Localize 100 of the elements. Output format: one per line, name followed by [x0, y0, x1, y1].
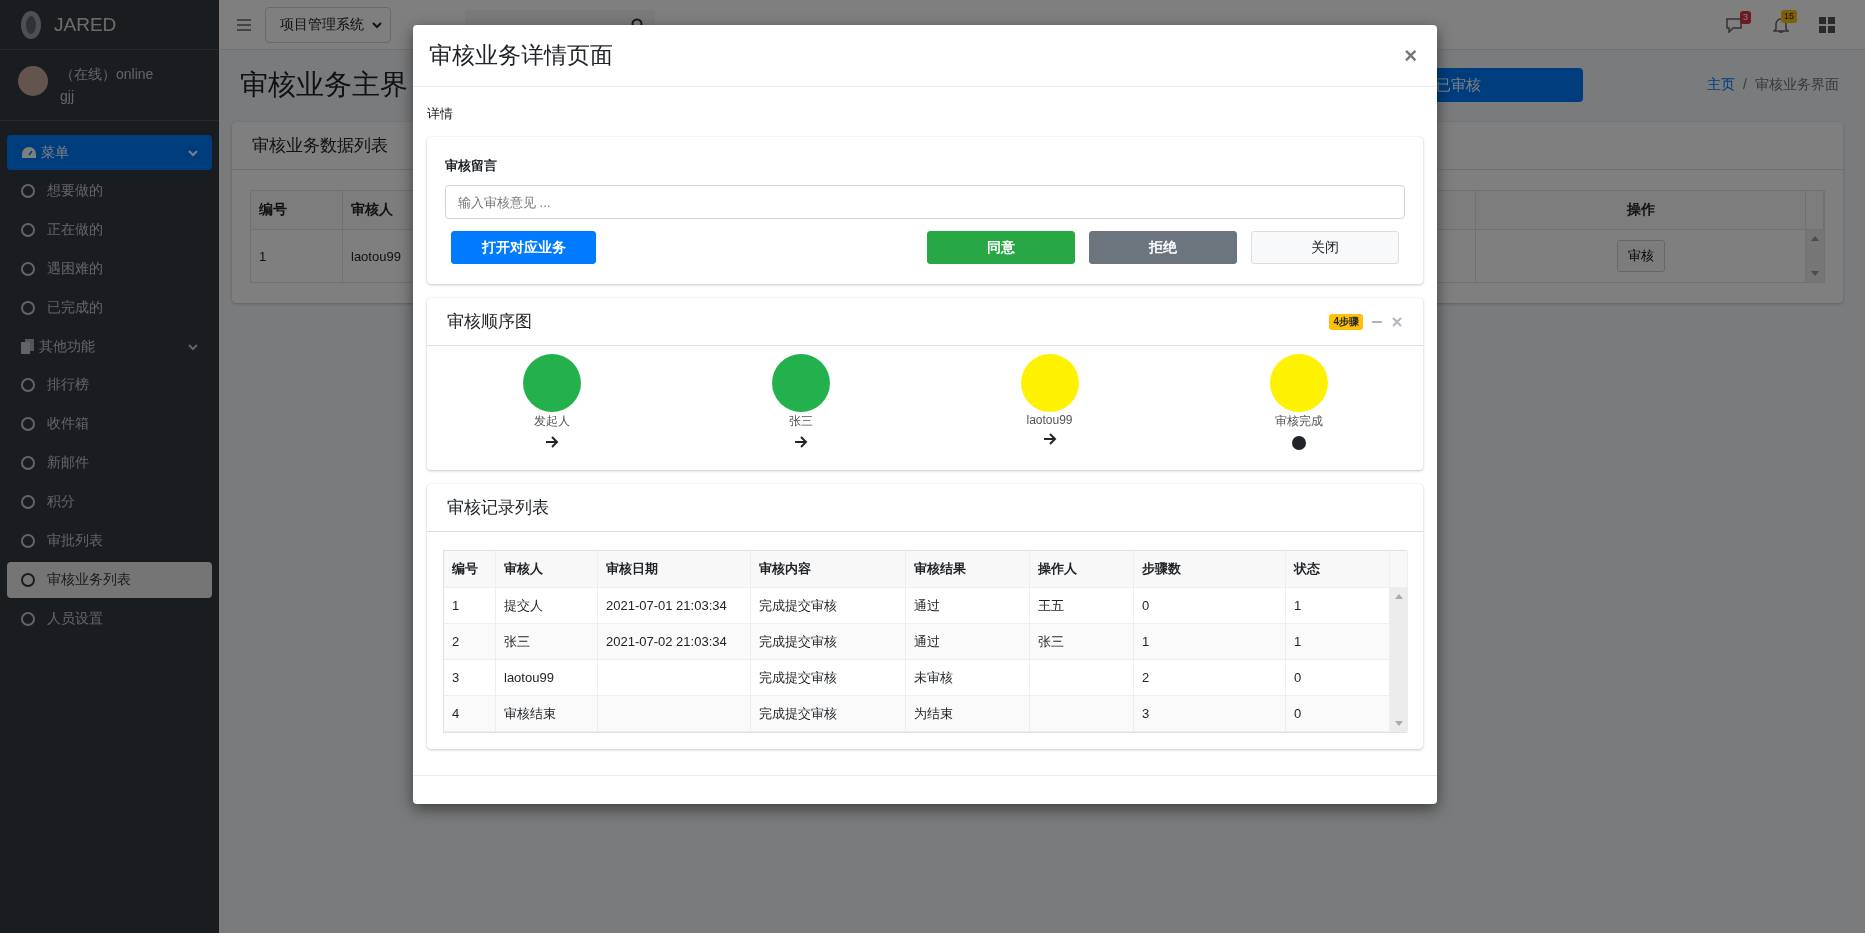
dialog-button[interactable]: 拒绝 — [1089, 231, 1237, 264]
user-status: （在线）online — [60, 66, 154, 84]
table-cell: 张三 — [1030, 624, 1134, 660]
logo-icon — [20, 9, 42, 40]
table-cell: 0 — [1286, 660, 1390, 696]
table-cell: 完成提交审核 — [751, 660, 906, 696]
copy-icon — [21, 338, 35, 355]
table-cell: 4 — [444, 696, 496, 732]
count-badge: 3 — [1740, 10, 1751, 24]
arrow-right-icon — [544, 435, 559, 449]
step-label: 发起人 — [533, 413, 570, 430]
breadcrumb-separator: / — [1743, 76, 1747, 94]
step-label: 张三 — [788, 413, 813, 430]
table-cell: 为结束 — [906, 696, 1030, 732]
end-dot-icon — [1291, 436, 1306, 450]
scroll-up-icon[interactable] — [1395, 594, 1403, 599]
nav-item[interactable]: 积分 — [7, 484, 212, 520]
nav-item[interactable]: 审核业务列表 — [7, 562, 212, 598]
column-header: 审核内容 — [751, 551, 906, 588]
chat-icon[interactable] — [1725, 16, 1743, 33]
breadcrumb-link[interactable]: 主页 — [1707, 76, 1736, 94]
arrow-right-icon — [793, 435, 808, 449]
dialog-button[interactable]: 打开对应业务 — [451, 231, 596, 264]
table-cell: 1 — [444, 588, 496, 624]
dialog-title: 审核业务详情页面 — [429, 41, 614, 70]
nav-item[interactable]: 审批列表 — [7, 523, 212, 559]
scrollbar[interactable] — [1806, 230, 1824, 282]
nav-item[interactable]: 人员设置 — [7, 601, 212, 637]
table-cell: 王五 — [1030, 588, 1134, 624]
brand-name: JARED — [54, 13, 117, 36]
circle-icon — [21, 301, 35, 315]
table-cell: 完成提交审核 — [751, 624, 906, 660]
menu-icon[interactable] — [237, 18, 251, 31]
table-cell: 0 — [1134, 588, 1286, 624]
table-cell: 1 — [251, 230, 343, 282]
column-header: 状态 — [1286, 551, 1390, 588]
table-cell: 1 — [1286, 588, 1390, 624]
step-label: 审核完成 — [1274, 413, 1323, 430]
nav-item[interactable]: 遇困难的 — [7, 251, 212, 287]
nav-item[interactable]: 正在做的 — [7, 212, 212, 248]
table-cell: 2 — [444, 624, 496, 660]
nav-item[interactable]: 已完成的 — [7, 290, 212, 326]
header-cell — [1390, 551, 1408, 588]
card-title: 审核业务数据列表 — [252, 135, 388, 157]
scroll-down-icon[interactable] — [1811, 271, 1819, 276]
arrow-right-icon — [1042, 432, 1057, 446]
card-title: 审核记录列表 — [447, 497, 549, 519]
table-cell: 通过 — [906, 624, 1030, 660]
table-cell: 1 — [1286, 624, 1390, 660]
grid-icon[interactable] — [1819, 16, 1835, 33]
table-cell: laotou99 — [496, 660, 598, 696]
circle-icon — [21, 456, 35, 470]
card-title: 审核顺序图 — [447, 311, 532, 333]
table-cell: 未审核 — [906, 660, 1030, 696]
column-header: 审核日期 — [598, 551, 751, 588]
nav-item[interactable]: 收件箱 — [7, 406, 212, 442]
circle-icon — [21, 534, 35, 548]
chevron-down-icon — [372, 19, 382, 30]
circle-icon — [21, 495, 35, 509]
circle-icon — [21, 184, 35, 198]
column-header: 编号 — [251, 191, 343, 230]
step-count-badge: 4步骤 — [1329, 313, 1363, 330]
scrollbar[interactable] — [1390, 588, 1408, 732]
circle-icon — [21, 262, 35, 276]
breadcrumb-current: 审核业务界面 — [1755, 76, 1839, 94]
circle-icon — [21, 223, 35, 237]
table-cell: 完成提交审核 — [751, 588, 906, 624]
column-header: 操作人 — [1030, 551, 1134, 588]
column-header: 编号 — [444, 551, 496, 588]
user-name: gjj — [60, 88, 75, 104]
table-cell: 通过 — [906, 588, 1030, 624]
nav-item[interactable]: 排行榜 — [7, 367, 212, 403]
count-badge: 15 — [1781, 9, 1797, 23]
scroll-down-icon[interactable] — [1395, 721, 1403, 726]
nav-item[interactable]: 想要做的 — [7, 173, 212, 209]
table-cell: 2 — [1134, 660, 1286, 696]
nav-item[interactable]: 新邮件 — [7, 445, 212, 481]
system-select[interactable]: 项目管理系统 — [265, 6, 391, 43]
section-label: 详情 — [427, 105, 454, 123]
table-cell: 1 — [1134, 624, 1286, 660]
comment-field[interactable]: 输入审核意见 ... — [445, 185, 1405, 219]
circle-icon — [21, 378, 35, 392]
dialog-button[interactable]: 关闭 — [1251, 231, 1399, 264]
table-cell: 3 — [1134, 696, 1286, 732]
dialog-button[interactable]: 同意 — [927, 231, 1075, 264]
table-cell: 提交人 — [496, 588, 598, 624]
close-button[interactable]: × — [1400, 42, 1421, 69]
field-label: 审核留言 — [445, 157, 498, 175]
close-icon[interactable] — [1391, 315, 1403, 328]
nav-group[interactable]: 其他功能 — [7, 329, 212, 364]
scroll-up-icon[interactable] — [1811, 236, 1819, 241]
column-header: 操作 — [1476, 191, 1806, 230]
review-button[interactable]: 审核 — [1616, 240, 1665, 272]
column-header: 审核结果 — [906, 551, 1030, 588]
table-cell: 2021-07-01 21:03:34 — [598, 588, 751, 624]
user-avatar — [18, 66, 48, 96]
gauge-icon — [21, 145, 37, 160]
table-cell: 完成提交审核 — [751, 696, 906, 732]
column-header: 步骤数 — [1134, 551, 1286, 588]
nav-group[interactable]: 菜单 — [7, 135, 212, 170]
